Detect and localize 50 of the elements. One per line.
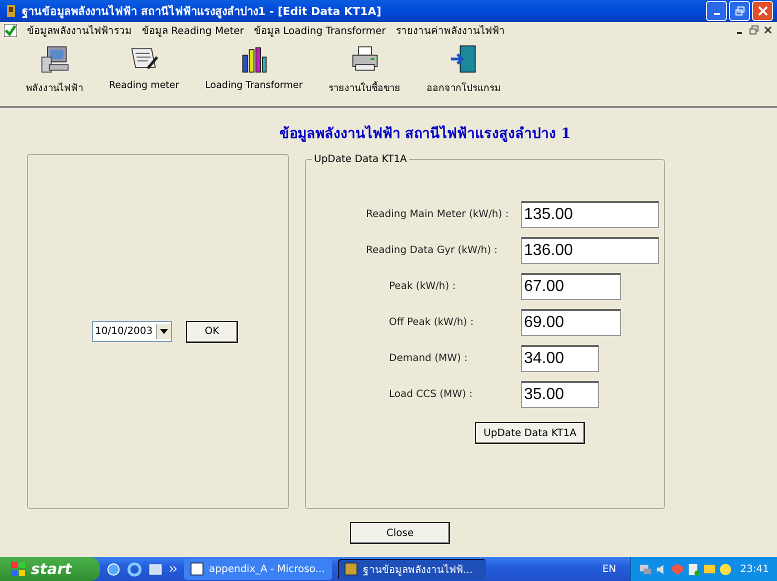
minimize-button[interactable]	[706, 1, 727, 21]
input-field[interactable]: 67.00	[521, 273, 621, 300]
minimize-icon	[714, 13, 720, 15]
language-indicator[interactable]: EN	[602, 564, 616, 574]
restore-button[interactable]	[749, 25, 759, 35]
input-field[interactable]: 69.00	[521, 309, 621, 336]
close-button[interactable]: Close	[350, 522, 450, 544]
computer-icon	[40, 44, 70, 74]
browser-icon[interactable]	[127, 562, 142, 576]
field-label: Demand (MW) :	[388, 353, 468, 364]
form-heading: ข้อมูลพลังงานไฟฟ้า สถานีไฟฟ้าแรงสูงลำปาง 1	[278, 124, 572, 144]
update-button[interactable]: UpDate Data KT1A	[475, 422, 585, 444]
field-label: Peak (kW/h) :	[388, 281, 457, 292]
toolbar-button[interactable]: Loading Transformer	[197, 44, 311, 91]
menu-item[interactable]: ข้อมูลพลังงานไฟฟ้ารวม	[27, 22, 132, 38]
desktop-icon[interactable]	[148, 562, 163, 576]
close-button[interactable]	[763, 25, 773, 35]
taskbar-button[interactable]: appendix_A - Microso...	[184, 558, 332, 580]
app-icon	[4, 4, 18, 18]
group-title: UpDate Data KT1A	[313, 154, 408, 165]
input-field[interactable]: 135.00	[521, 201, 659, 228]
menu-item[interactable]: ข้อมูล Loading Transformer	[254, 22, 386, 38]
taskbar-button[interactable]: ฐานข้อมูลพลังงานไฟฟ้...	[338, 558, 486, 580]
app-icon	[190, 562, 204, 576]
chevron-icon[interactable]	[169, 565, 178, 573]
field-label: Reading Data Gyr (kW/h) :	[366, 245, 499, 256]
document-icon[interactable]	[687, 562, 700, 576]
toolbar-button[interactable]: รายงานใบซื้อขาย	[320, 44, 409, 95]
windows-logo	[10, 561, 26, 577]
toolbar-button[interactable]: ออกจากโปรแกรม	[418, 44, 509, 95]
window-title: ฐานข้อมูลพลังงานไฟฟ้า สถานีไฟฟ้าแรงสูงลำปาง1 - [Edit Data KT1A]	[22, 4, 382, 20]
app-icon	[344, 562, 358, 576]
ok-button[interactable]: OK	[186, 320, 238, 342]
field-label: Reading Main Meter (kW/h) :	[366, 209, 510, 220]
caret-icon	[160, 329, 168, 334]
field-label: Off Peak (kW/h) :	[388, 317, 475, 328]
menu-item[interactable]: ข้อมูล Reading Meter	[142, 22, 244, 38]
input-field[interactable]: 35.00	[521, 381, 599, 408]
input-field[interactable]: 34.00	[521, 345, 599, 372]
restore-button[interactable]	[729, 1, 750, 21]
toolbar-button[interactable]: พลังงานไฟฟ้า	[18, 44, 91, 95]
input-field[interactable]: 136.00	[521, 237, 659, 264]
toolbar-button[interactable]: Reading meter	[101, 44, 188, 91]
clock: 23:41	[740, 564, 769, 574]
field-label: Load CCS (MW) :	[388, 389, 474, 400]
date-picker[interactable]: 10/10/2003	[92, 321, 172, 342]
close-icon	[758, 6, 768, 16]
menu-item[interactable]: รายงานค่าพลังงานไฟฟ้า	[396, 22, 505, 38]
restore-icon	[734, 6, 744, 16]
check-icon	[4, 24, 17, 36]
